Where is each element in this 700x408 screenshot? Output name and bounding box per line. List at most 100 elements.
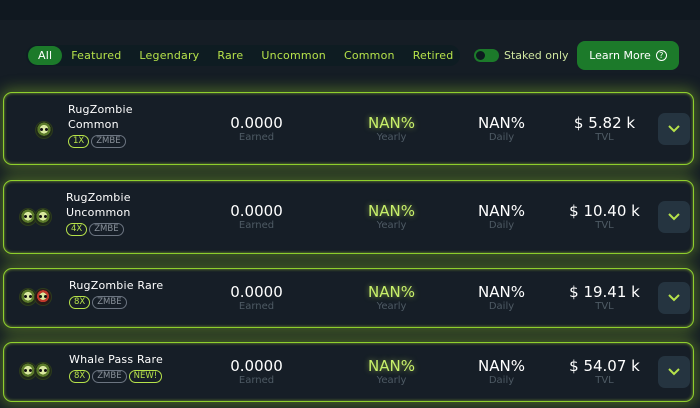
yearly-stat: NAN% Yearly: [344, 358, 439, 387]
daily-stat: NAN% Daily: [454, 203, 549, 232]
earned-value: 0.0000: [230, 114, 283, 132]
earned-stat: 0.0000 Earned: [204, 358, 309, 387]
daily-value: NAN%: [478, 114, 525, 132]
tab-uncommon[interactable]: Uncommon: [252, 46, 335, 65]
earned-label: Earned: [238, 375, 275, 386]
zombie-avatar-icon: [34, 288, 52, 306]
tab-common[interactable]: Common: [335, 46, 404, 65]
multiplier-badge: 1X: [68, 135, 90, 148]
tab-featured[interactable]: Featured: [62, 46, 130, 65]
multiplier-badge: 4X: [66, 223, 88, 236]
daily-value: NAN%: [478, 357, 525, 375]
filter-tabs: All Featured Legendary Rare Uncommon Com…: [26, 45, 460, 66]
zombie-avatar-icon: [35, 121, 53, 139]
earned-value: 0.0000: [230, 357, 283, 375]
token-badge: ZMBE: [92, 370, 127, 383]
pool-name-line1: RugZombie: [66, 191, 131, 204]
pool-card: RugZombie Rare 8X ZMBE 0.0000 Earned NAN…: [3, 268, 694, 328]
toggle-knob: [476, 51, 485, 60]
yearly-value: NAN%: [368, 202, 415, 220]
pool-card: RugZombie Common 1X ZMBE 0.0000 Earned N…: [3, 92, 694, 165]
staked-only-toggle[interactable]: [474, 49, 499, 62]
pool-badges: 8X ZMBE: [69, 296, 127, 309]
staked-only-toggle-group: Staked only: [474, 49, 569, 62]
yearly-stat: NAN% Yearly: [344, 115, 439, 144]
pool-avatars: [19, 362, 52, 380]
tvl-stat: $ 5.82 k TVL: [562, 115, 647, 144]
daily-stat: NAN% Daily: [454, 284, 549, 313]
earned-value: 0.0000: [230, 202, 283, 220]
new-badge: NEW!: [128, 370, 163, 383]
multiplier-badge: 8X: [69, 296, 91, 309]
earned-stat: 0.0000 Earned: [204, 203, 309, 232]
tvl-label: TVL: [595, 220, 614, 231]
daily-value: NAN%: [478, 283, 525, 301]
tvl-stat: $ 54.07 k TVL: [562, 358, 647, 387]
pool-name-line2: Uncommon: [66, 206, 131, 219]
yearly-label: Yearly: [376, 375, 407, 386]
daily-stat: NAN% Daily: [454, 115, 549, 144]
expand-button[interactable]: [658, 356, 690, 388]
zombie-avatar-icon: [34, 208, 52, 226]
yearly-label: Yearly: [376, 220, 407, 231]
pool-badges: 8X ZMBE NEW!: [69, 370, 163, 383]
daily-value: NAN%: [478, 202, 525, 220]
pool-name-line2: Common: [68, 118, 119, 131]
yearly-stat: NAN% Yearly: [344, 284, 439, 313]
daily-label: Daily: [488, 220, 515, 231]
tab-legendary[interactable]: Legendary: [130, 46, 208, 65]
pool-badges: 4X ZMBE: [66, 223, 124, 236]
tab-retired[interactable]: Retired: [404, 46, 463, 65]
expand-button[interactable]: [658, 282, 690, 314]
pool-name: RugZombie Common: [68, 102, 133, 132]
tab-rare[interactable]: Rare: [208, 46, 252, 65]
token-badge: ZMBE: [92, 296, 127, 309]
expand-button[interactable]: [658, 201, 690, 233]
daily-stat: NAN% Daily: [454, 358, 549, 387]
yearly-value: NAN%: [368, 283, 415, 301]
tvl-value: $ 54.07 k: [569, 357, 640, 375]
earned-stat: 0.0000 Earned: [204, 284, 309, 313]
token-badge: ZMBE: [89, 223, 124, 236]
chevron-down-icon: [668, 125, 680, 133]
pool-name: RugZombie Rare: [69, 278, 163, 293]
earned-stat: 0.0000 Earned: [204, 115, 309, 144]
staked-only-label: Staked only: [504, 49, 569, 62]
pool-name-line1: Whale Pass Rare: [69, 353, 163, 366]
earned-label: Earned: [238, 301, 275, 312]
pool-name: RugZombie Uncommon: [66, 190, 131, 220]
yearly-value: NAN%: [368, 357, 415, 375]
pool-name-line1: RugZombie: [68, 103, 133, 116]
chevron-down-icon: [668, 368, 680, 376]
chevron-down-icon: [668, 294, 680, 302]
expand-button[interactable]: [658, 113, 690, 145]
pool-avatars: [19, 288, 52, 306]
tab-all[interactable]: All: [28, 46, 63, 65]
tvl-stat: $ 19.41 k TVL: [562, 284, 647, 313]
yearly-value: NAN%: [368, 114, 415, 132]
tvl-label: TVL: [595, 132, 614, 143]
yearly-label: Yearly: [376, 132, 407, 143]
zombie-avatar-icon: [34, 362, 52, 380]
learn-more-label: Learn More: [589, 49, 651, 62]
daily-label: Daily: [488, 301, 515, 312]
tvl-stat: $ 10.40 k TVL: [562, 203, 647, 232]
pool-card: Whale Pass Rare 8X ZMBE NEW! 0.0000 Earn…: [3, 342, 694, 402]
tvl-value: $ 10.40 k: [569, 202, 640, 220]
pool-avatars: [35, 121, 53, 139]
earned-label: Earned: [238, 132, 275, 143]
daily-label: Daily: [488, 375, 515, 386]
pool-avatars: [19, 208, 52, 226]
pool-name-line1: RugZombie Rare: [69, 279, 164, 292]
pool-badges: 1X ZMBE: [68, 135, 126, 148]
top-bar: [0, 0, 700, 20]
earned-label: Earned: [238, 220, 275, 231]
learn-more-button[interactable]: Learn More ?: [577, 41, 679, 70]
multiplier-badge: 8X: [69, 370, 91, 383]
chevron-down-icon: [668, 213, 680, 221]
tvl-label: TVL: [595, 375, 614, 386]
tvl-value: $ 19.41 k: [569, 283, 640, 301]
tvl-value: $ 5.82 k: [573, 114, 636, 132]
yearly-label: Yearly: [376, 301, 407, 312]
tvl-label: TVL: [595, 301, 614, 312]
